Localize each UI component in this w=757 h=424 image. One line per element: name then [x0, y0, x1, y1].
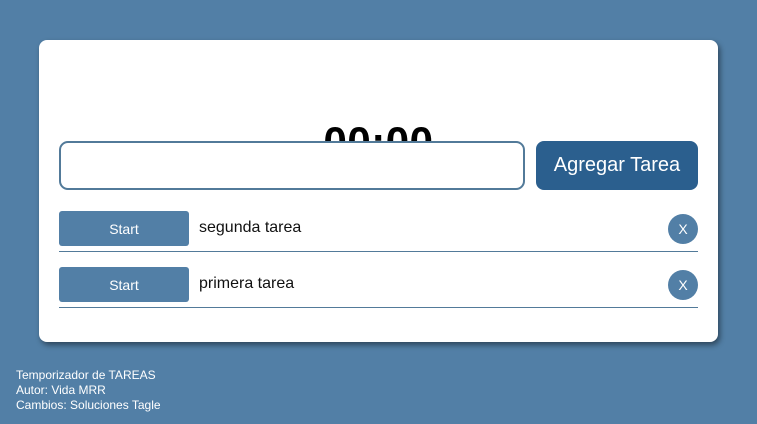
- footer-changes: Cambios: Soluciones Tagle: [16, 398, 161, 412]
- footer-credits: Temporizador de TAREAS Autor: Vida MRR C…: [16, 368, 161, 413]
- start-task-button[interactable]: Start: [59, 211, 189, 246]
- task-list: Start segunda tarea X Start primera tare…: [59, 209, 698, 321]
- task-divider: [59, 307, 698, 308]
- footer-author: Autor: Vida MRR: [16, 383, 106, 397]
- delete-task-button[interactable]: X: [668, 270, 698, 300]
- task-item: Start primera tarea X: [59, 265, 698, 321]
- task-item: Start segunda tarea X: [59, 209, 698, 265]
- timer-card: 00:00 Agregar Tarea Start segunda tarea …: [39, 40, 718, 342]
- start-task-button[interactable]: Start: [59, 267, 189, 302]
- add-task-button[interactable]: Agregar Tarea: [536, 141, 698, 190]
- footer-app-name: Temporizador de TAREAS: [16, 368, 156, 382]
- task-divider: [59, 251, 698, 252]
- delete-task-button[interactable]: X: [668, 214, 698, 244]
- task-name: primera tarea: [199, 275, 295, 292]
- task-name: segunda tarea: [199, 219, 302, 236]
- task-name-input[interactable]: [59, 141, 525, 190]
